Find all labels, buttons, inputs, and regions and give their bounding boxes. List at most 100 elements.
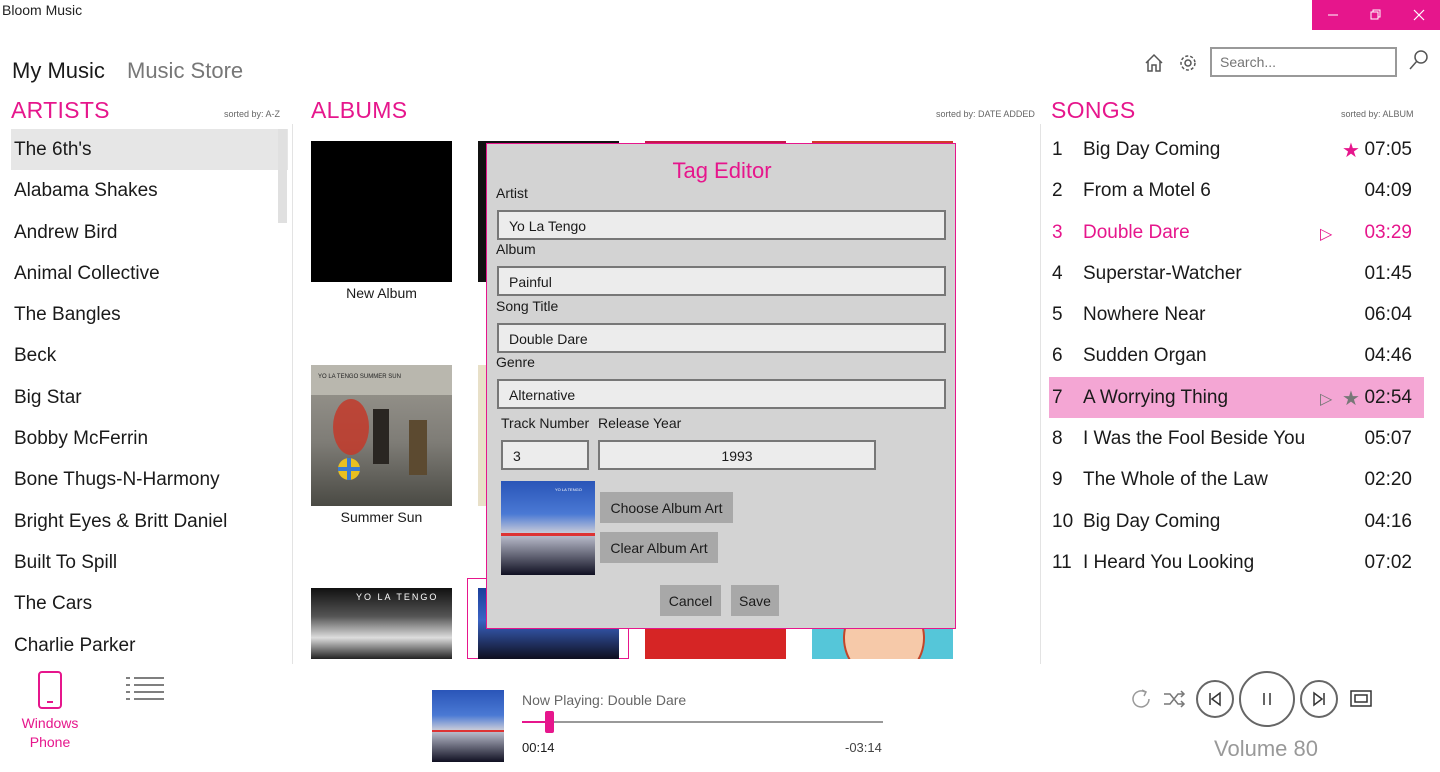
release-year-field[interactable]: 1993 <box>598 440 876 470</box>
songs-list: 1 Big Day Coming ★ 07:05 2 From a Motel 6 04:0… <box>1049 129 1424 583</box>
search-input[interactable] <box>1210 47 1397 77</box>
album-art-text: YO LA TENGO SUMMER SUN <box>318 374 401 380</box>
songs-sort-label[interactable]: sorted by: ALBUM <box>1341 109 1414 119</box>
previous-button[interactable] <box>1196 680 1234 718</box>
minimize-button[interactable] <box>1312 0 1355 30</box>
artist-item[interactable]: Bright Eyes & Britt Daniel <box>11 501 288 542</box>
previous-icon <box>1209 691 1221 707</box>
volume-label[interactable]: Volume 80 <box>1214 736 1318 762</box>
song-row[interactable]: 1 Big Day Coming ★ 07:05 <box>1049 129 1424 170</box>
song-duration: 03:29 <box>1364 221 1412 243</box>
phone-icon[interactable] <box>37 670 63 710</box>
seek-bar-fill <box>522 721 548 723</box>
artist-item[interactable]: Andrew Bird <box>11 212 288 253</box>
close-icon <box>1413 9 1425 21</box>
artist-item[interactable]: Animal Collective <box>11 253 288 294</box>
song-title: Superstar-Watcher <box>1083 262 1242 284</box>
device-label-line: Windows <box>21 715 79 731</box>
next-icon <box>1313 691 1325 707</box>
favorite-star-icon[interactable]: ★ <box>1342 138 1360 163</box>
artist-item[interactable]: Bone Thugs-N-Harmony <box>11 459 288 500</box>
search-icon[interactable] <box>1408 49 1430 71</box>
album-art-text: YO LA TENGO <box>555 487 582 492</box>
song-number: 2 <box>1052 180 1063 202</box>
artists-list: The 6th's Alabama Shakes Andrew Bird Animal… <box>11 129 288 666</box>
song-number: 1 <box>1052 139 1063 160</box>
playlist-icon[interactable] <box>126 676 166 702</box>
restore-icon <box>1370 9 1381 20</box>
song-row[interactable]: 6 Sudden Organ 04:46 <box>1049 335 1424 376</box>
artist-item[interactable]: Alabama Shakes <box>11 170 288 211</box>
home-icon[interactable] <box>1143 52 1165 74</box>
artist-item[interactable]: Beck <box>11 335 288 376</box>
artist-field[interactable]: Yo La Tengo <box>497 210 946 240</box>
divider <box>1040 124 1041 664</box>
artist-item[interactable]: Bobby McFerrin <box>11 418 288 459</box>
scrollbar-thumb[interactable] <box>278 129 287 223</box>
artist-item[interactable]: Built To Spill <box>11 542 288 583</box>
dialog-title: Tag Editor <box>672 158 772 183</box>
album-art-summer-sun[interactable]: YO LA TENGO SUMMER SUN <box>311 365 452 506</box>
favorite-star-icon[interactable]: ★ <box>1342 386 1360 411</box>
play-icon[interactable]: ▷ <box>1320 389 1332 409</box>
song-duration: 04:09 <box>1364 180 1412 202</box>
choose-album-art-button[interactable]: Choose Album Art <box>600 492 733 523</box>
next-button[interactable] <box>1300 680 1338 718</box>
albums-sort-label[interactable]: sorted by: DATE ADDED <box>936 109 1035 119</box>
song-number: 6 <box>1052 345 1063 367</box>
restore-button[interactable] <box>1355 0 1398 30</box>
album-art[interactable]: YO LA TENGO <box>311 588 452 659</box>
repeat-icon[interactable] <box>1129 687 1153 711</box>
cancel-button[interactable]: Cancel <box>660 585 721 616</box>
artist-item[interactable]: Big Star <box>11 377 288 418</box>
window-controls <box>1312 0 1440 30</box>
song-title: Big Day Coming <box>1083 139 1221 160</box>
elapsed-time: 00:14 <box>522 740 555 755</box>
song-row[interactable]: 10 Big Day Coming 04:16 <box>1049 501 1424 542</box>
gear-icon[interactable] <box>1177 52 1199 74</box>
artist-item[interactable]: The Cars <box>11 583 288 624</box>
tab-my-music[interactable]: My Music <box>12 58 105 84</box>
save-button[interactable]: Save <box>731 585 779 616</box>
song-title: Big Day Coming <box>1083 510 1221 532</box>
song-row[interactable]: 8 I Was the Fool Beside You f 05:07 <box>1049 418 1424 459</box>
seek-bar[interactable] <box>522 721 883 723</box>
song-row[interactable]: 7 A Worrying Thing ▷ ★ 02:54 <box>1049 376 1424 419</box>
track-number-field[interactable]: 3 <box>501 440 589 470</box>
artists-heading: ARTISTS <box>11 97 110 123</box>
song-duration: 06:04 <box>1364 304 1412 326</box>
clear-album-art-button[interactable]: Clear Album Art <box>600 532 718 563</box>
mini-player-icon[interactable] <box>1350 689 1372 709</box>
song-row[interactable]: 5 Nowhere Near 06:04 <box>1049 294 1424 335</box>
tab-music-store[interactable]: Music Store <box>127 58 243 84</box>
song-row[interactable]: 3 Double Dare ▷ 03:29 <box>1049 212 1424 253</box>
play-icon[interactable]: ▷ <box>1320 224 1332 244</box>
device-label[interactable]: Windows Phone <box>0 714 100 752</box>
minimize-icon <box>1328 14 1339 16</box>
song-row[interactable]: 4 Superstar-Watcher 01:45 <box>1049 253 1424 294</box>
song-row[interactable]: 11 I Heard You Looking 07:02 <box>1049 542 1424 583</box>
album-art-new-album[interactable] <box>311 141 452 282</box>
song-title: Nowhere Near <box>1083 304 1206 326</box>
song-row[interactable]: 2 From a Motel 6 04:09 <box>1049 170 1424 211</box>
artists-scrollbar[interactable] <box>277 129 288 659</box>
song-duration: 02:20 <box>1364 469 1412 491</box>
artist-item[interactable]: The Bangles <box>11 294 288 335</box>
seek-thumb[interactable] <box>545 711 554 733</box>
album-label: Album <box>496 241 536 257</box>
song-row[interactable]: 9 The Whole of the Law 02:20 <box>1049 459 1424 500</box>
device-label-line: Phone <box>29 734 71 750</box>
song-duration: 07:05 <box>1364 139 1412 160</box>
close-button[interactable] <box>1397 0 1440 30</box>
pause-button[interactable] <box>1239 671 1295 727</box>
album-field[interactable]: Painful <box>497 266 946 296</box>
song-title-field[interactable]: Double Dare <box>497 323 946 353</box>
artist-item[interactable]: Charlie Parker <box>11 625 288 666</box>
shuffle-icon[interactable] <box>1163 688 1187 710</box>
artists-sort-label[interactable]: sorted by: A-Z <box>224 109 280 119</box>
genre-field[interactable]: Alternative <box>497 379 946 409</box>
song-duration: 01:45 <box>1364 262 1412 284</box>
pause-icon <box>1263 693 1271 705</box>
song-title: I Was the Fool Beside You f <box>1083 428 1308 450</box>
artist-item[interactable]: The 6th's <box>11 129 288 171</box>
